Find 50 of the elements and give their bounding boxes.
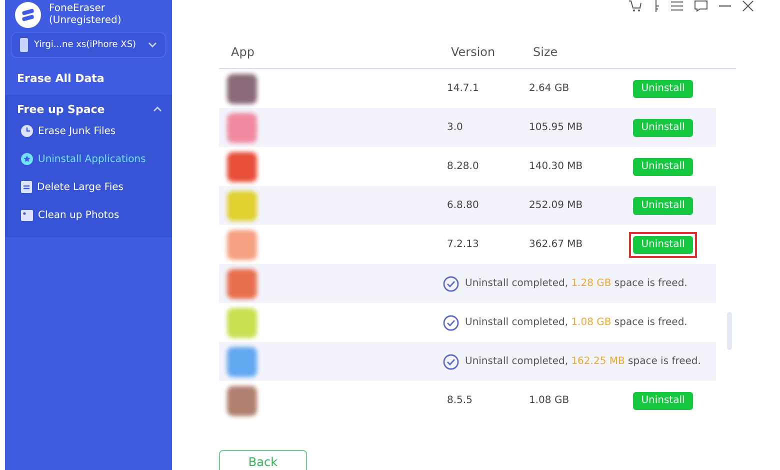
- completion-message: Uninstall completed, 1.08 GB space is freed.: [465, 317, 688, 328]
- version-text: 14.7.1: [447, 83, 480, 94]
- sidebar-item[interactable]: Erase Junk Files: [5, 117, 172, 145]
- version-text: 6.8.80: [447, 200, 480, 211]
- version-text: 7.2.13: [447, 239, 480, 250]
- phone-icon: [20, 38, 28, 52]
- uninstall-button[interactable]: Uninstall: [633, 392, 693, 410]
- close-icon[interactable]: [742, 0, 754, 12]
- version-text: 8.5.5: [447, 395, 474, 406]
- chat-icon[interactable]: [694, 0, 708, 12]
- image-icon: [21, 210, 33, 220]
- registration-status: (Unregistered): [49, 15, 122, 27]
- chevron-up-icon: [153, 106, 162, 112]
- chevron-down-icon: [148, 42, 157, 48]
- clock-icon: [21, 125, 33, 137]
- cart-icon[interactable]: [628, 0, 642, 12]
- sidebar-item[interactable]: Delete Large Fies: [5, 173, 172, 201]
- column-header: App: [231, 45, 256, 59]
- check-circle-icon: [443, 314, 459, 330]
- completion-message: Uninstall completed, 1.28 GB space is freed.: [465, 278, 688, 289]
- size-text: 1.08 GB: [529, 395, 570, 406]
- sidebar-item[interactable]: Uninstall Applications: [5, 145, 172, 173]
- menu-icon[interactable]: [670, 0, 684, 12]
- sidebar-item[interactable]: Clean up Photos: [5, 201, 172, 229]
- uninstall-button[interactable]: Uninstall: [633, 158, 693, 176]
- scrollbar[interactable]: [727, 312, 732, 350]
- section-header[interactable]: Free up Space: [5, 101, 172, 117]
- back-button[interactable]: Back: [219, 450, 307, 470]
- minimize-icon[interactable]: [718, 4, 732, 8]
- completion-message: Uninstall completed, 162.25 MB space is freed.: [465, 356, 701, 367]
- star-icon: [21, 153, 33, 165]
- device-selector[interactable]: Yirgi...ne xs(iPhore XS): [11, 32, 166, 58]
- uninstall-button[interactable]: Uninstall: [633, 118, 693, 136]
- version-text: 8.28.0: [447, 161, 480, 172]
- document-icon: [21, 181, 32, 193]
- uninstall-button[interactable]: Uninstall: [633, 236, 693, 254]
- column-header: Size: [533, 45, 559, 59]
- uninstall-button[interactable]: Uninstall: [633, 80, 693, 98]
- size-text: 2.64 GB: [529, 83, 570, 94]
- size-text: 105.95 MB: [529, 122, 584, 133]
- version-text: 3.0: [447, 122, 464, 133]
- sidebar-item[interactable]: Erase All Data: [5, 62, 172, 95]
- size-text: 252.09 MB: [529, 200, 584, 211]
- uninstall-button[interactable]: Uninstall: [633, 196, 693, 214]
- app-title: FoneEraser: [49, 3, 106, 15]
- size-text: 140.30 MB: [529, 161, 584, 172]
- size-text: 362.67 MB: [529, 239, 584, 250]
- check-circle-icon: [443, 276, 459, 292]
- column-header: Version: [451, 45, 496, 59]
- check-circle-icon: [443, 354, 459, 370]
